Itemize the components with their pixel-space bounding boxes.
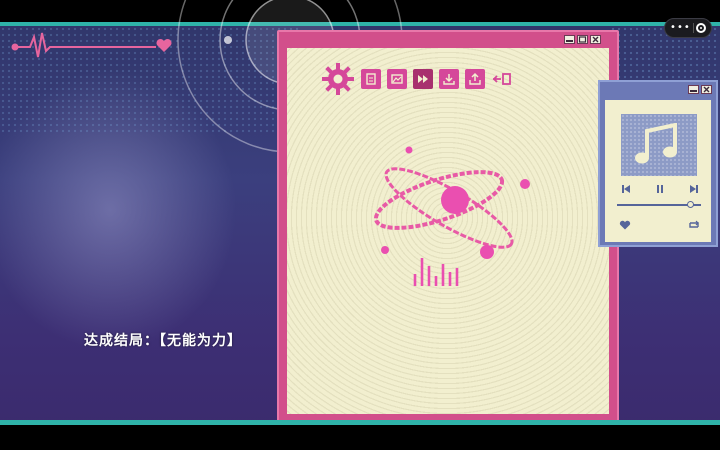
next-button[interactable]: [689, 184, 699, 194]
close-icon: [703, 86, 710, 93]
minimize-icon: [690, 90, 697, 92]
next-icon: [690, 185, 698, 193]
close-target-icon[interactable]: [695, 23, 706, 33]
capsule-divider: [692, 23, 694, 33]
player-body: [605, 100, 711, 242]
previous-button[interactable]: [621, 184, 631, 194]
close-icon: [592, 36, 599, 43]
pause-icon: [657, 185, 663, 193]
image-icon: [391, 74, 403, 84]
paper-content-area: [287, 48, 609, 414]
main-window-titlebar: [279, 32, 617, 46]
toolbar: [321, 62, 513, 96]
download-icon: [443, 74, 455, 85]
exit-button[interactable]: [491, 69, 513, 89]
game-stage: ••• 达成结局：【无能为力】: [0, 0, 720, 450]
playback-controls: [621, 184, 699, 194]
loop-icon[interactable]: [687, 220, 701, 230]
share-button[interactable]: [465, 69, 485, 89]
heartbeat-line-icon: [11, 32, 172, 58]
player-minimize-button[interactable]: [688, 85, 699, 94]
more-icon[interactable]: •••: [670, 23, 691, 33]
progress-knob[interactable]: [687, 201, 695, 208]
main-window: [277, 30, 619, 422]
fast-forward-icon: [418, 75, 428, 83]
exit-icon: [492, 73, 511, 85]
close-button[interactable]: [590, 35, 601, 44]
gear-icon[interactable]: [321, 62, 355, 96]
download-button[interactable]: [439, 69, 459, 89]
ending-achieved-text: 达成结局：【无能为力】: [84, 333, 242, 349]
restore-button[interactable]: [577, 35, 588, 44]
playback-progress-bar[interactable]: [617, 201, 701, 208]
album-art: [621, 114, 697, 176]
share-icon: [469, 72, 481, 85]
mini-program-capsule[interactable]: •••: [664, 18, 712, 38]
pause-button[interactable]: [655, 184, 665, 194]
fast-forward-button[interactable]: [413, 69, 433, 89]
image-button[interactable]: [387, 69, 407, 89]
restore-icon: [578, 36, 587, 43]
player-close-button[interactable]: [701, 85, 712, 94]
music-player-window: [598, 80, 718, 247]
note-icon: [366, 73, 376, 85]
minimize-button[interactable]: [564, 35, 575, 44]
minimize-icon: [566, 40, 573, 42]
player-bottom-row: [619, 220, 701, 230]
music-note-icon: [635, 123, 677, 164]
note-button[interactable]: [361, 69, 381, 89]
heart-icon[interactable]: [619, 220, 631, 230]
letterbox-bottom: [0, 425, 720, 450]
previous-icon: [622, 185, 630, 193]
atom-doodle: [373, 146, 530, 286]
